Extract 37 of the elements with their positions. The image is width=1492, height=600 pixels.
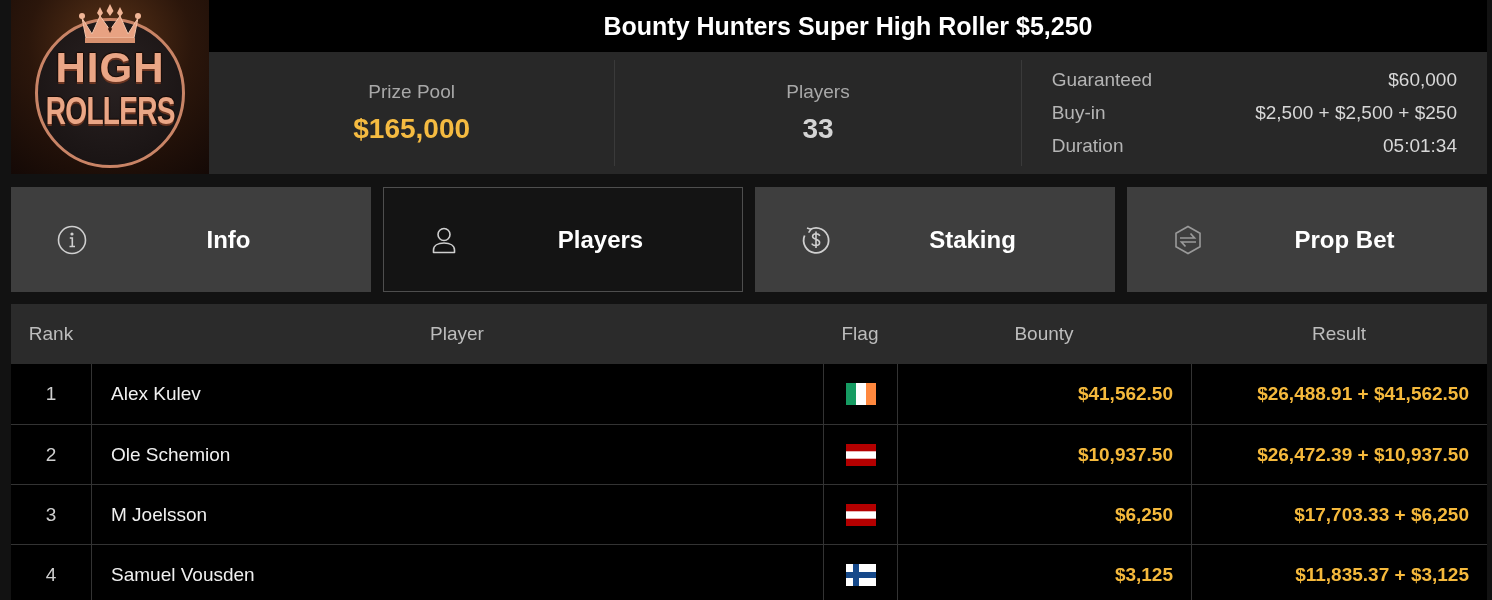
detail-label: Buy-in	[1051, 102, 1107, 124]
tournament-title: Bounty Hunters Super High Roller $5,250	[209, 0, 1487, 52]
flag-icon	[845, 563, 876, 586]
column-header: Result	[1311, 323, 1367, 345]
flag-icon	[845, 443, 876, 466]
flag-icon	[845, 383, 876, 405]
stat-value: $165,000	[353, 113, 471, 145]
bounty-amount: $3,125	[897, 545, 1191, 600]
logo-text: ROLLERS	[45, 92, 175, 130]
logo-text: HIGH	[55, 47, 165, 89]
stat-value: 33	[802, 113, 834, 145]
flag-icon	[845, 503, 876, 526]
rank-number: 4	[44, 562, 58, 587]
result-amount: $11,835.37 + $3,125	[1191, 545, 1487, 600]
stat-label: Players	[786, 81, 850, 103]
hexagon-arrows-icon	[1173, 224, 1203, 255]
column-header: Rank	[27, 323, 75, 345]
detail-label: Guaranteed	[1051, 69, 1152, 91]
column-header: Bounty	[1013, 323, 1075, 345]
crown-icon	[78, 4, 142, 44]
detail-label: Duration	[1051, 135, 1125, 157]
tab[interactable]: Prop Bet	[1127, 187, 1487, 292]
column-header: Player	[429, 323, 485, 345]
rank-number: 3	[44, 502, 58, 527]
player-name: Samuel Vousden	[91, 545, 823, 600]
rank-number: 1	[44, 382, 58, 406]
info-icon	[57, 224, 87, 255]
detail-value: 05:01:34	[1382, 135, 1457, 157]
tab[interactable]: Players	[383, 187, 743, 292]
column-header: Flag	[840, 323, 880, 345]
stat-label: Prize Pool	[368, 81, 455, 103]
detail-value: $60,000	[1387, 69, 1457, 91]
detail-value: $2,500 + $2,500 + $250	[1254, 102, 1457, 124]
tab[interactable]: Staking	[755, 187, 1115, 292]
rank-number: 2	[44, 442, 58, 467]
dollar-circle-icon	[801, 224, 831, 255]
tab[interactable]: Info	[11, 187, 371, 292]
